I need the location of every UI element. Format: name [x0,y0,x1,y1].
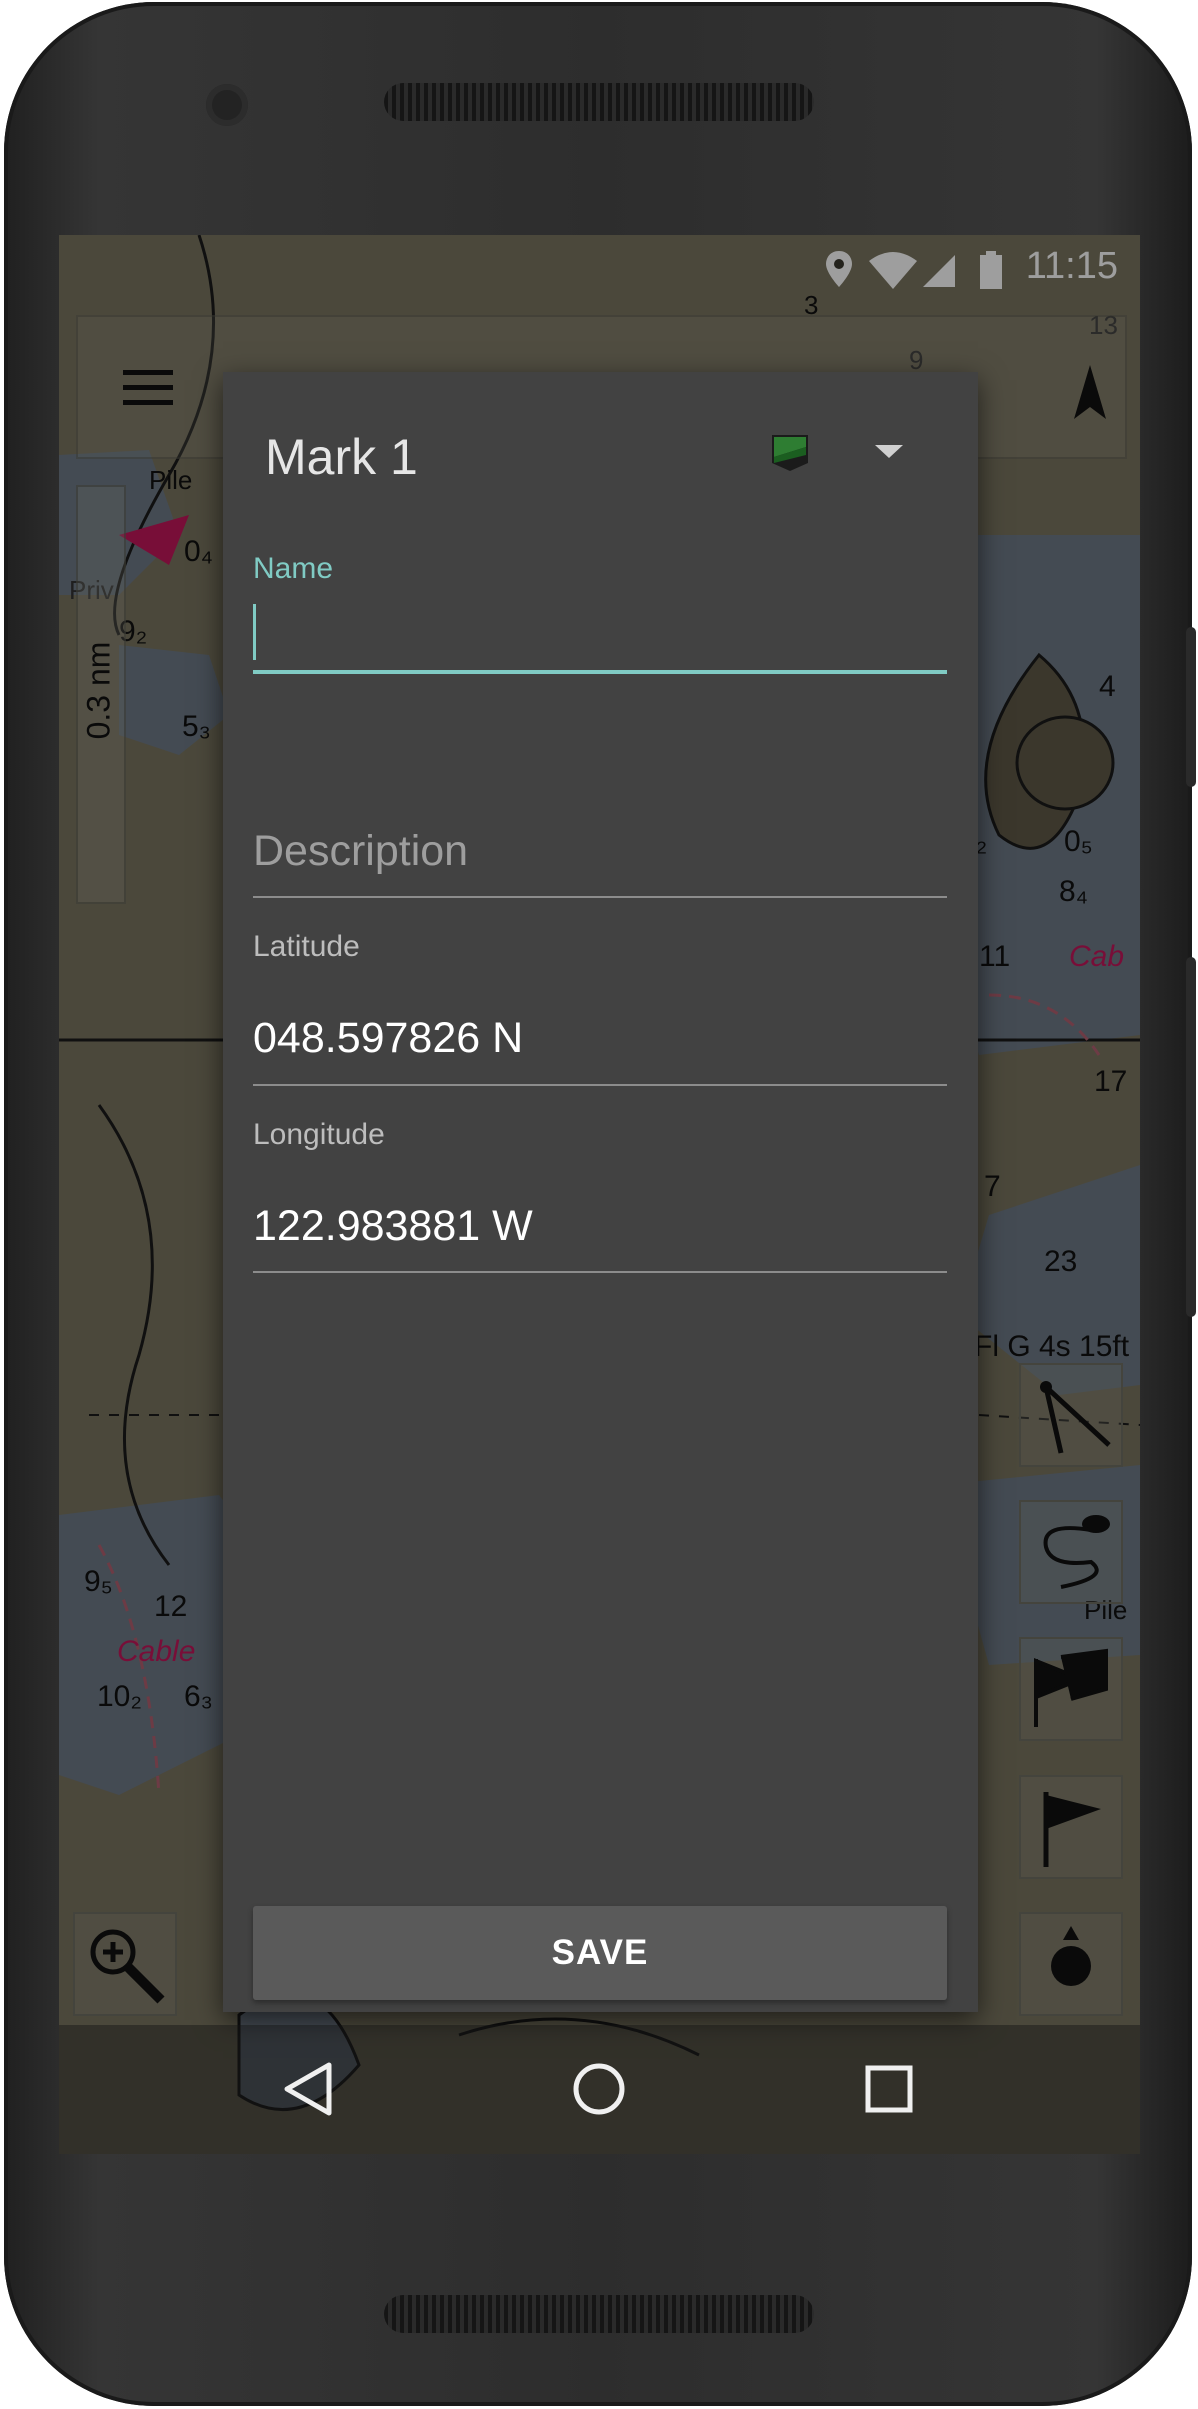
power-button [1186,627,1196,787]
dialog-title: Mark 1 [265,429,418,485]
name-label: Name [253,552,334,585]
name-input[interactable] [253,604,947,664]
bottom-speaker [384,2295,814,2333]
back-button[interactable] [269,2049,349,2129]
description-input[interactable]: Description [253,827,947,876]
home-icon [573,2063,625,2115]
save-button[interactable]: SAVE [253,1906,947,2000]
latitude-underline [253,1084,947,1086]
recents-button[interactable] [849,2049,929,2129]
name-underline [253,670,947,674]
recents-icon [865,2065,913,2113]
front-camera [206,84,248,126]
description-underline [253,896,947,898]
chevron-down-icon[interactable] [875,445,903,458]
mark-flag-icon[interactable] [770,433,810,473]
top-speaker [384,83,814,121]
longitude-input[interactable]: 122.983881 W [253,1202,947,1251]
latitude-input[interactable]: 048.597826 N [253,1014,947,1063]
longitude-label: Longitude [253,1118,385,1151]
longitude-underline [253,1271,947,1273]
screen: Pile Priv 0₄ 9₂ 5₃ 8₂ 11 Cab 8₄ 17 7 23 … [59,235,1140,2154]
text-cursor [253,604,256,660]
home-button[interactable] [559,2049,639,2129]
navigation-bar [59,2025,1140,2154]
back-icon [284,2062,332,2116]
latitude-label: Latitude [253,930,360,963]
volume-button [1186,957,1196,1317]
mark-dialog: Mark 1 Name Description Latitude 048.597… [223,372,978,2012]
phone-frame: Pile Priv 0₄ 9₂ 5₃ 8₂ 11 Cab 8₄ 17 7 23 … [4,2,1196,2406]
